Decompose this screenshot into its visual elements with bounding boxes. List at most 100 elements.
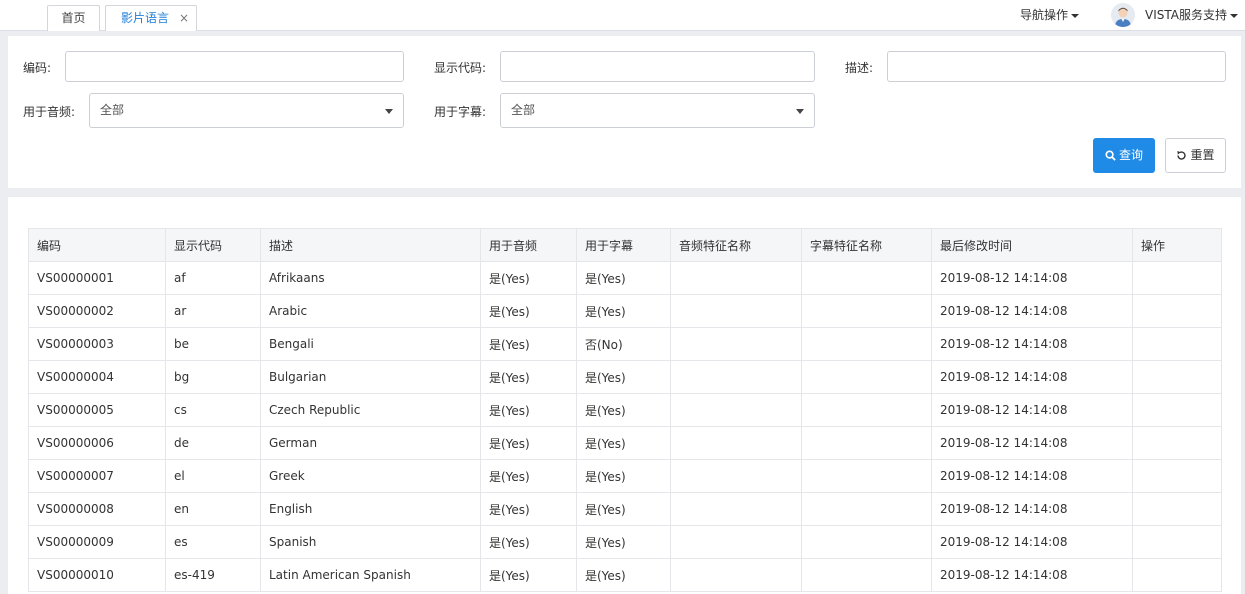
desc-input[interactable] [887, 51, 1226, 82]
caret-down-icon [1071, 13, 1080, 18]
cell-subtitle-feature [801, 492, 932, 526]
cell-audio: 是(Yes) [480, 525, 577, 559]
search-button-label: 查询 [1118, 148, 1143, 162]
cell-subtitle-feature [801, 426, 932, 460]
table-row[interactable]: VS00000001 af Afrikaans 是(Yes) 是(Yes) 2019-08… [28, 261, 1222, 295]
audio-select-value: 全部 [100, 103, 125, 117]
cell-subtitle-feature [801, 360, 932, 394]
cell-description: Czech Republic [260, 393, 481, 427]
cell-code: VS00000008 [28, 492, 166, 526]
table-row[interactable]: VS00000003 be Bengali 是(Yes) 否(No) 2019-08-12… [28, 327, 1222, 361]
cell-audio: 是(Yes) [480, 261, 577, 295]
column-header-subtitle: 用于字幕 [576, 228, 671, 262]
table-row[interactable]: VS00000007 el Greek 是(Yes) 是(Yes) 2019-08-12 … [28, 459, 1222, 493]
search-button[interactable]: 查询 [1093, 138, 1155, 173]
display-code-input[interactable] [500, 51, 815, 82]
cell-last-modified: 2019-08-12 14:14:08 [931, 327, 1133, 361]
caret-down-icon [385, 109, 393, 114]
cell-audio: 是(Yes) [480, 393, 577, 427]
cell-audio-feature [670, 294, 802, 328]
cell-actions [1132, 327, 1222, 361]
cell-actions [1132, 360, 1222, 394]
close-icon[interactable]: × [179, 6, 189, 30]
table-row[interactable]: VS00000009 es Spanish 是(Yes) 是(Yes) 2019-08-1… [28, 525, 1222, 559]
cell-actions [1132, 492, 1222, 526]
desc-label: 描述: [845, 61, 874, 75]
cell-description: Bulgarian [260, 360, 481, 394]
cell-last-modified: 2019-08-12 14:14:08 [931, 558, 1133, 592]
table-panel: 编码 显示代码 描述 用于音频 用于字幕 音频特征名称 字幕特征名称 最后修改时间 操作 VS0… [8, 197, 1241, 594]
user-name: VISTA服务支持 [1145, 8, 1227, 22]
cell-audio: 是(Yes) [480, 558, 577, 592]
cell-last-modified: 2019-08-12 14:14:08 [931, 294, 1133, 328]
cell-display-code: af [165, 261, 261, 295]
cell-code: VS00000002 [28, 294, 166, 328]
cell-audio-feature [670, 492, 802, 526]
cell-code: VS00000005 [28, 393, 166, 427]
top-bar: 首页 影片语言 × 导航操作 VISTA服务支持 [0, 0, 1245, 31]
cell-actions [1132, 393, 1222, 427]
nav-ops-dropdown[interactable]: 导航操作 [1020, 6, 1080, 23]
table-row[interactable]: VS00000006 de German 是(Yes) 是(Yes) 2019-08-12… [28, 426, 1222, 460]
caret-down-icon [1229, 13, 1238, 18]
column-header-last-modified: 最后修改时间 [931, 228, 1133, 262]
subtitle-label: 用于字幕: [434, 105, 487, 119]
cell-display-code: be [165, 327, 261, 361]
table-body: VS00000001 af Afrikaans 是(Yes) 是(Yes) 2019-08… [28, 261, 1222, 592]
table-row[interactable]: VS00000002 ar Arabic 是(Yes) 是(Yes) 2019-08-12… [28, 294, 1222, 328]
table-row[interactable]: VS00000005 cs Czech Republic 是(Yes) 是(Yes) 20… [28, 393, 1222, 427]
caret-down-icon [796, 109, 804, 114]
cell-description: German [260, 426, 481, 460]
tab-film-language-label: 影片语言 [121, 11, 170, 25]
cell-audio-feature [670, 426, 802, 460]
cell-subtitle: 否(No) [576, 327, 671, 361]
reset-button[interactable]: 重置 [1165, 138, 1226, 173]
cell-description: Bengali [260, 327, 481, 361]
table-row[interactable]: VS00000004 bg Bulgarian 是(Yes) 是(Yes) 2019-08… [28, 360, 1222, 394]
cell-display-code: es-419 [165, 558, 261, 592]
cell-display-code: bg [165, 360, 261, 394]
column-header-display-code: 显示代码 [165, 228, 261, 262]
cell-code: VS00000003 [28, 327, 166, 361]
cell-audio: 是(Yes) [480, 327, 577, 361]
user-menu[interactable]: VISTA服务支持 [1145, 6, 1238, 23]
column-header-audio-feature: 音频特征名称 [670, 228, 802, 262]
subtitle-select[interactable]: 全部 [500, 93, 815, 128]
search-icon [1105, 150, 1116, 161]
cell-code: VS00000010 [28, 558, 166, 592]
avatar[interactable] [1111, 3, 1135, 27]
cell-audio-feature [670, 393, 802, 427]
table-row[interactable]: VS00000008 en English 是(Yes) 是(Yes) 2019-08-1… [28, 492, 1222, 526]
cell-actions [1132, 294, 1222, 328]
cell-audio-feature [670, 327, 802, 361]
cell-actions [1132, 261, 1222, 295]
column-header-code: 编码 [28, 228, 166, 262]
cell-code: VS00000009 [28, 525, 166, 559]
cell-display-code: es [165, 525, 261, 559]
cell-subtitle: 是(Yes) [576, 525, 671, 559]
code-input[interactable] [65, 51, 404, 82]
cell-subtitle: 是(Yes) [576, 393, 671, 427]
audio-select[interactable]: 全部 [89, 93, 404, 128]
nav-ops-label: 导航操作 [1020, 8, 1069, 22]
cell-display-code: de [165, 426, 261, 460]
cell-actions [1132, 426, 1222, 460]
column-header-audio: 用于音频 [480, 228, 577, 262]
cell-actions [1132, 459, 1222, 493]
cell-last-modified: 2019-08-12 14:14:08 [931, 426, 1133, 460]
code-label: 编码: [23, 61, 52, 75]
cell-subtitle-feature [801, 525, 932, 559]
tab-home-label: 首页 [61, 11, 86, 25]
cell-description: Latin American Spanish [260, 558, 481, 592]
cell-description: Spanish [260, 525, 481, 559]
cell-audio-feature [670, 558, 802, 592]
cell-audio: 是(Yes) [480, 492, 577, 526]
cell-code: VS00000004 [28, 360, 166, 394]
cell-audio: 是(Yes) [480, 360, 577, 394]
cell-subtitle-feature [801, 327, 932, 361]
tab-home[interactable]: 首页 [47, 5, 100, 31]
table-row[interactable]: VS00000010 es-419 Latin American Spanish 是(… [28, 558, 1222, 592]
tab-film-language[interactable]: 影片语言 × [105, 5, 197, 31]
reset-button-label: 重置 [1190, 148, 1215, 162]
cell-code: VS00000006 [28, 426, 166, 460]
